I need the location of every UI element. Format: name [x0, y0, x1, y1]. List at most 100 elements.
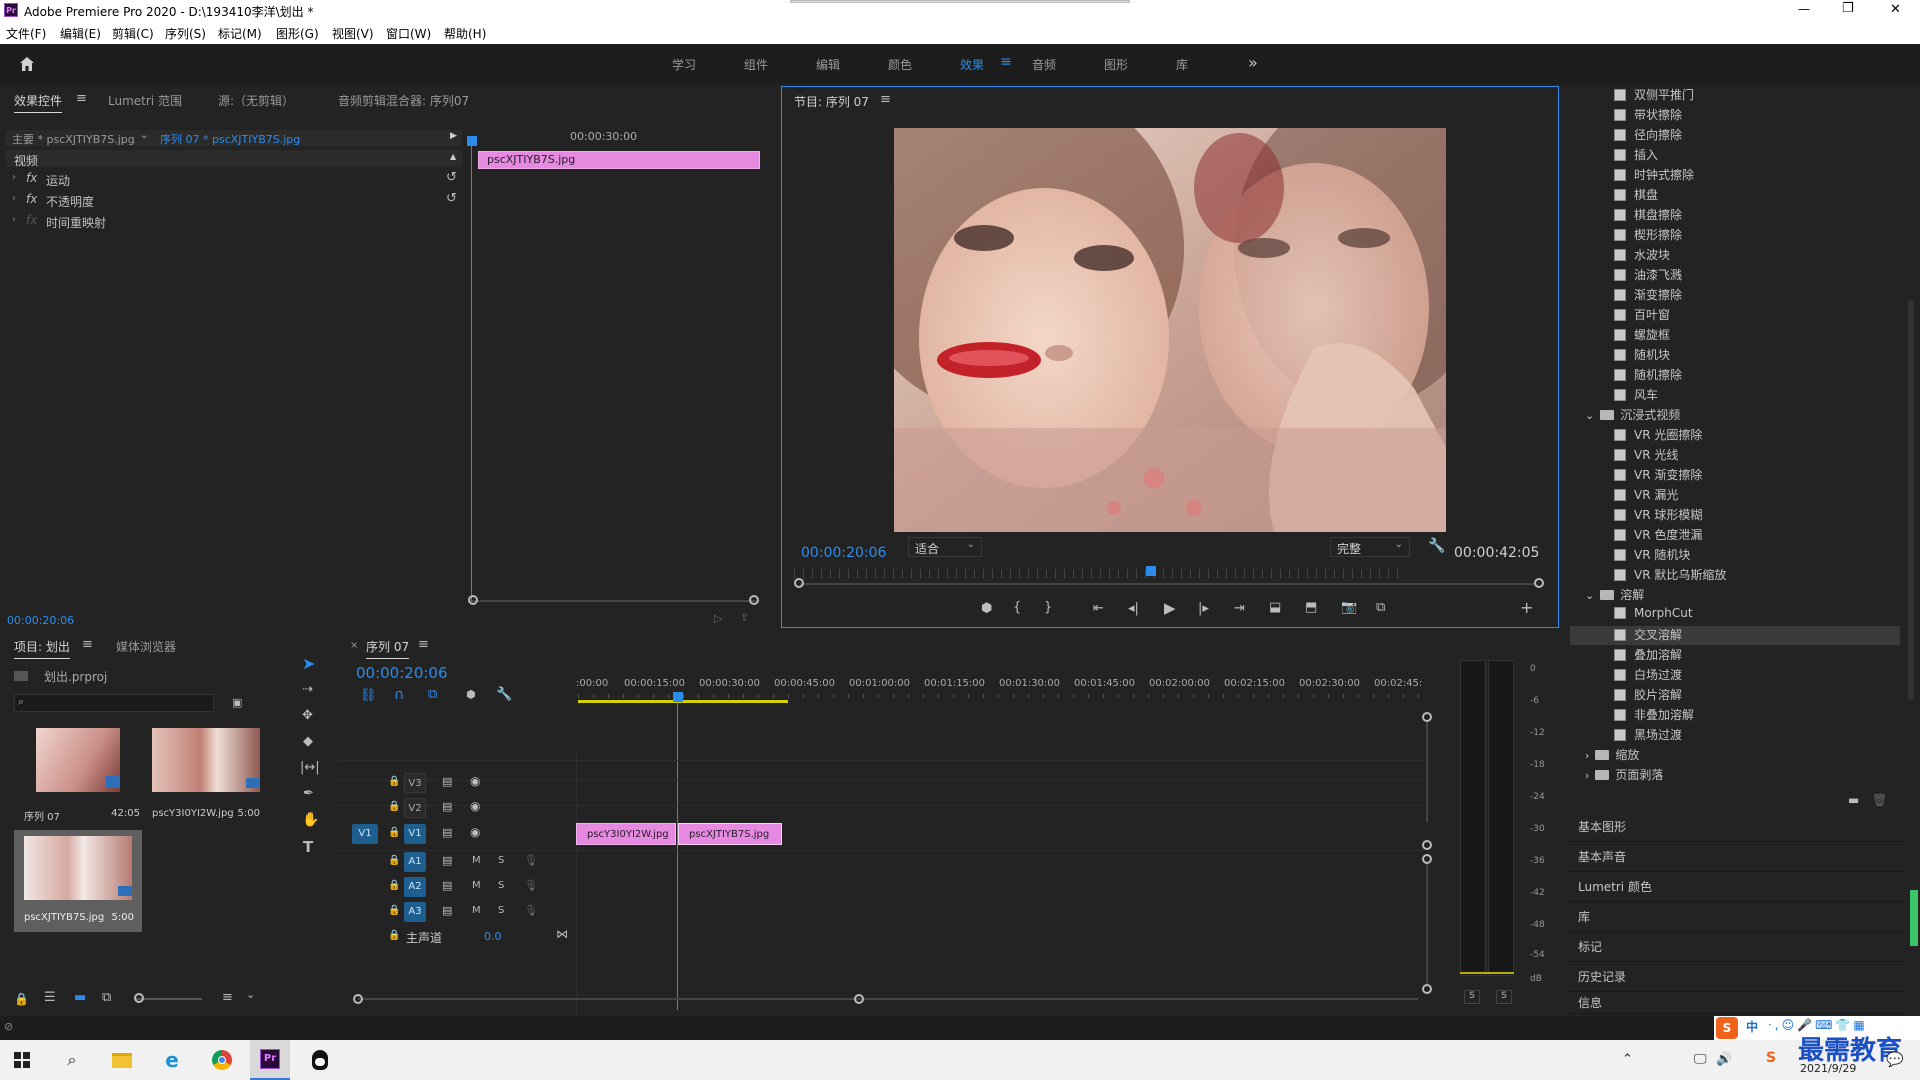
program-scroll-left[interactable]: [794, 578, 804, 588]
effect-item[interactable]: VR 光线: [1614, 446, 1894, 465]
track-a2-label[interactable]: A2: [404, 877, 426, 897]
track-select-tool-icon[interactable]: ⇢: [302, 682, 313, 697]
chevron-down-icon[interactable]: ⌄: [140, 130, 148, 141]
comparison-view-icon[interactable]: ⧉: [1376, 601, 1385, 614]
sync-lock-icon[interactable]: ▤: [442, 854, 452, 867]
sync-lock-icon[interactable]: ▤: [442, 826, 452, 839]
effect-item[interactable]: 随机擦除: [1614, 366, 1894, 385]
timeline-clip-1[interactable]: pscY3I0YI2W.jpg: [576, 823, 676, 845]
zoom-slider[interactable]: [136, 998, 202, 1000]
workspace-graphics[interactable]: 图形: [1104, 56, 1128, 73]
menu-clip[interactable]: 剪辑(C): [112, 25, 154, 42]
home-icon[interactable]: [18, 55, 36, 73]
mute-button[interactable]: M: [472, 855, 481, 866]
meter-solo-right[interactable]: S: [1496, 990, 1512, 1004]
panel-libraries[interactable]: 库: [1568, 902, 1904, 932]
effect-item[interactable]: 带状擦除: [1614, 106, 1894, 125]
minimize-button[interactable]: —: [1798, 2, 1810, 16]
workspace-color[interactable]: 颜色: [888, 56, 912, 73]
program-video-frame[interactable]: [894, 128, 1446, 532]
effect-item[interactable]: VR 球形模糊: [1614, 506, 1894, 525]
project-item-image-2[interactable]: pscXJTIYB7S.jpg 5:00: [14, 830, 142, 932]
workspace-assembly[interactable]: 组件: [744, 56, 768, 73]
go-to-in-icon[interactable]: ⇤: [1093, 602, 1104, 615]
search-icon[interactable]: ⌕: [52, 1040, 92, 1080]
reset-motion-icon[interactable]: ↺: [446, 170, 457, 185]
effect-item[interactable]: VR 渐变擦除: [1614, 466, 1894, 485]
master-volume-value[interactable]: 0.0: [484, 930, 502, 943]
effect-item[interactable]: VR 随机块: [1614, 546, 1894, 565]
solo-button[interactable]: S: [498, 905, 504, 916]
file-explorer-icon[interactable]: [102, 1040, 142, 1080]
effect-row-opacity[interactable]: 不透明度: [46, 193, 94, 210]
solo-button[interactable]: S: [498, 855, 504, 866]
tab-lumetri-scopes[interactable]: Lumetri 范围: [108, 92, 182, 109]
add-marker-icon[interactable]: ⬢: [981, 602, 992, 615]
step-back-icon[interactable]: ◂|: [1128, 602, 1139, 615]
mini-timeline-clip[interactable]: pscXJTIYB7S.jpg: [478, 151, 760, 169]
panel-menu-icon[interactable]: ≡: [418, 637, 429, 652]
lock-icon[interactable]: 🔒: [388, 801, 400, 812]
panel-menu-icon[interactable]: ≡: [82, 637, 93, 652]
add-marker-icon[interactable]: ⬢: [466, 688, 476, 701]
effect-item[interactable]: 渐变擦除: [1614, 286, 1894, 305]
tab-source[interactable]: 源:（无剪辑）: [218, 92, 294, 109]
effect-folder[interactable]: ⌄ 溶解: [1585, 586, 1644, 605]
qq-icon[interactable]: [300, 1040, 340, 1080]
close-tab-icon[interactable]: ×: [350, 640, 358, 651]
effect-item[interactable]: 风车: [1614, 386, 1894, 405]
track-v1-label[interactable]: V1: [404, 824, 426, 844]
menu-edit[interactable]: 编辑(E): [60, 25, 101, 42]
effect-item[interactable]: 螺旋框: [1614, 326, 1894, 345]
track-v2-label[interactable]: V2: [404, 798, 426, 818]
new-custom-bin-icon[interactable]: ▬: [1848, 793, 1859, 807]
hand-tool-icon[interactable]: ✋: [302, 812, 319, 828]
effect-row-motion[interactable]: 运动: [46, 172, 70, 189]
effect-item[interactable]: 楔形擦除: [1614, 226, 1894, 245]
ec-playhead-head[interactable]: [467, 136, 477, 146]
mic-icon[interactable]: 🎙: [524, 904, 538, 917]
tab-effect-controls[interactable]: 效果控件: [14, 92, 63, 113]
tray-chevron-icon[interactable]: ⌃: [1622, 1052, 1633, 1067]
effect-folder[interactable]: ⌄ 沉浸式视频: [1585, 406, 1680, 425]
lock-icon[interactable]: 🔒: [388, 776, 400, 787]
nest-toggle-icon[interactable]: ⛓: [360, 688, 377, 703]
menu-help[interactable]: 帮助(H): [444, 25, 486, 42]
workspace-menu-icon[interactable]: ≡: [1000, 54, 1012, 70]
workspace-effects[interactable]: 效果: [960, 56, 984, 73]
timeline-clip-2[interactable]: pscXJTIYB7S.jpg: [678, 823, 782, 845]
video-vscroll-handle[interactable]: [1422, 840, 1432, 850]
panel-menu-icon[interactable]: ≡: [76, 91, 87, 106]
project-item-sequence[interactable]: 序列 07 42:05: [14, 728, 142, 828]
extract-icon[interactable]: ⬒: [1305, 601, 1317, 614]
effect-item[interactable]: 叠加溶解: [1614, 646, 1894, 665]
mute-button[interactable]: M: [472, 905, 481, 916]
project-item-image-1[interactable]: pscY3I0YI2W.jpg 5:00: [146, 728, 274, 828]
effect-item[interactable]: 胶片溶解: [1614, 686, 1894, 705]
effect-item[interactable]: 交叉溶解: [1570, 626, 1900, 645]
effect-item[interactable]: 百叶窗: [1614, 306, 1894, 325]
chevron-down-icon[interactable]: ⌄: [246, 988, 255, 1001]
program-scroll-track[interactable]: [800, 583, 1400, 585]
fit-dropdown[interactable]: 适合 ⌄: [908, 537, 982, 557]
workspace-audio[interactable]: 音频: [1032, 56, 1056, 73]
play-triangle-icon[interactable]: ▶: [450, 131, 457, 141]
wrench-icon[interactable]: 🔧: [1428, 538, 1445, 554]
timeline-hscroll-right[interactable]: [854, 994, 864, 1004]
reset-opacity-icon[interactable]: ↺: [446, 191, 457, 206]
effect-item[interactable]: 随机块: [1614, 346, 1894, 365]
video-vscroll-handle[interactable]: [1422, 712, 1432, 722]
panel-info[interactable]: 信息: [1568, 992, 1904, 1014]
type-tool-icon[interactable]: T: [303, 838, 313, 856]
timeline-hscroll-track[interactable]: [358, 998, 1418, 1000]
snap-icon[interactable]: ∩: [394, 687, 404, 703]
lock-icon[interactable]: 🔒: [14, 992, 29, 1006]
menu-graphics[interactable]: 图形(G): [276, 25, 319, 42]
list-view-icon[interactable]: ☰: [44, 990, 56, 1005]
panel-essential-sound[interactable]: 基本声音: [1568, 842, 1904, 872]
tab-sequence[interactable]: 序列 07: [366, 638, 410, 659]
lock-icon[interactable]: 🔒: [388, 880, 400, 891]
mic-icon[interactable]: 🎙: [524, 854, 538, 867]
sync-lock-icon[interactable]: ▤: [442, 800, 452, 813]
mic-icon[interactable]: 🎙: [524, 879, 538, 892]
